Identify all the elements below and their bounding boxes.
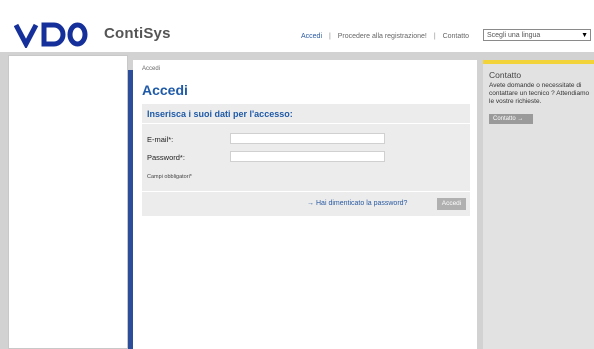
arrow-right-icon: → (307, 200, 314, 207)
left-column (8, 55, 128, 349)
language-select-value: Scegli una lingua (487, 32, 541, 39)
top-navigation: Accedi | Procedere alla registrazione! |… (301, 33, 469, 40)
nav-contact-link[interactable]: Contatto (443, 33, 469, 40)
vdo-logo[interactable] (14, 22, 88, 48)
login-button[interactable]: Accedi (437, 198, 466, 210)
app-name: ContiSys (104, 25, 171, 42)
breadcrumb[interactable]: Accedi (142, 66, 160, 72)
chevron-down-icon: ▼ (581, 32, 588, 39)
nav-login-link[interactable]: Accedi (301, 33, 322, 40)
nav-separator: | (328, 33, 331, 40)
contact-panel-title: Contatto (489, 70, 522, 80)
form-heading: Inserisca i suoi dati per l'accesso: (147, 109, 293, 119)
nav-separator: | (433, 33, 436, 40)
required-fields-note: Campi obbligatori* (147, 174, 192, 180)
language-select[interactable]: Scegli una lingua ▼ (483, 29, 591, 41)
header (0, 0, 594, 52)
contact-panel-text: Avete domande o necessitate di contattar… (489, 82, 590, 105)
password-label: Password*: (147, 153, 185, 162)
arrow-right-icon: → (517, 116, 524, 122)
password-field[interactable] (230, 151, 385, 162)
contact-button[interactable]: Contatto → (489, 114, 533, 124)
divider (142, 123, 470, 124)
page-title: Accedi (142, 82, 188, 98)
email-label: E-mail*: (147, 135, 174, 144)
panel-accent-bar (483, 60, 594, 64)
forgot-password-link[interactable]: → Hai dimenticato la password? (307, 200, 407, 207)
contact-button-label: Contatto (493, 116, 516, 122)
nav-register-link[interactable]: Procedere alla registrazione! (338, 33, 427, 40)
forgot-password-label: Hai dimenticato la password? (316, 200, 408, 207)
divider (142, 191, 470, 192)
email-field[interactable] (230, 133, 385, 144)
